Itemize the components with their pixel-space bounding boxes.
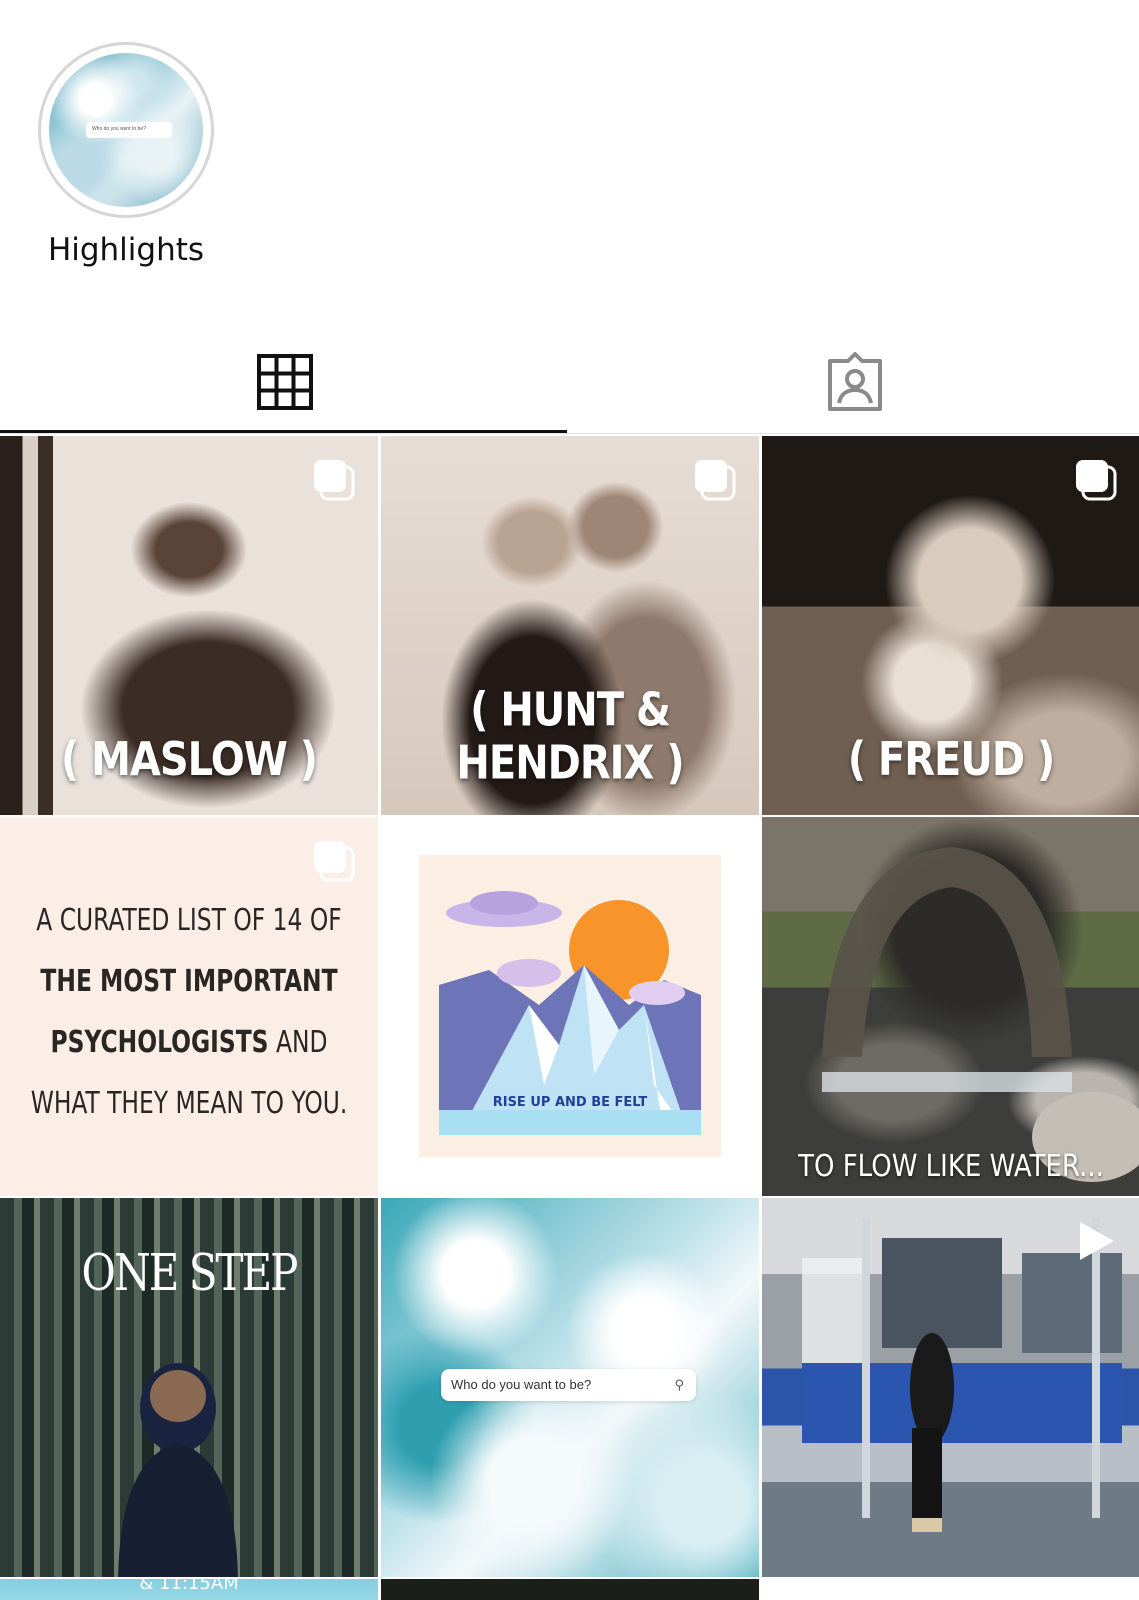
post-caption: ONE STEP bbox=[81, 1243, 299, 1302]
post-maslow[interactable]: ( MASLOW ) bbox=[0, 436, 378, 815]
profile-tabs bbox=[0, 330, 1139, 434]
post-caption: ( HUNT & HENDRIX ) bbox=[456, 684, 684, 790]
post-curated-list[interactable]: A CURATED LIST OF 14 OF THE MOST IMPORTA… bbox=[0, 817, 378, 1196]
multiple-images-icon bbox=[1076, 460, 1117, 501]
post-caption: ( FREUD ) bbox=[847, 733, 1056, 787]
tab-posts-grid[interactable] bbox=[0, 330, 569, 434]
highlight-search-text: Who do you want to be? bbox=[85, 122, 173, 138]
tagged-person-icon bbox=[827, 352, 882, 411]
post-rise-up[interactable]: RISE UP AND BE FELT bbox=[381, 817, 759, 1196]
post-flow-water[interactable]: TO FLOW LIKE WATER... bbox=[762, 817, 1139, 1196]
post-subway-video[interactable] bbox=[762, 1198, 1139, 1577]
post-caption: TO FLOW LIKE WATER... bbox=[798, 1149, 1104, 1185]
highlight-label: Highlights bbox=[47, 232, 205, 268]
rise-up-artwork: RISE UP AND BE FELT bbox=[419, 855, 721, 1157]
post-caption: ( MASLOW ) bbox=[60, 733, 318, 787]
search-icon: ⚲ bbox=[674, 1377, 684, 1392]
tabs-divider bbox=[0, 433, 1139, 434]
post-who-do-you-want-to-be[interactable]: Who do you want to be? ⚲ bbox=[381, 1198, 759, 1577]
rise-up-text: RISE UP AND BE FELT bbox=[493, 1095, 648, 1110]
post-text-line: THE MOST IMPORTANT bbox=[30, 952, 348, 1013]
post-partial-middle[interactable] bbox=[381, 1579, 759, 1600]
play-video-icon bbox=[1080, 1222, 1114, 1260]
search-bar-graphic: Who do you want to be? ⚲ bbox=[441, 1369, 696, 1401]
stone-arch-scene bbox=[822, 847, 1139, 1182]
multiple-images-icon bbox=[695, 460, 736, 501]
post-text-line: WHAT THEY MEAN TO YOU. bbox=[30, 1086, 348, 1122]
hooded-figure bbox=[118, 1363, 238, 1577]
highlight-cover-image: Who do you want to be? bbox=[49, 53, 203, 207]
post-partial-left[interactable]: & 11:15AM bbox=[0, 1579, 378, 1600]
mountain-illustration: RISE UP AND BE FELT bbox=[439, 891, 701, 1135]
tab-tagged[interactable] bbox=[570, 330, 1139, 434]
post-text-rest: AND bbox=[268, 1025, 328, 1061]
post-hunt-hendrix[interactable]: ( HUNT & HENDRIX ) bbox=[381, 436, 759, 815]
post-text-bold: THE MOST IMPORTANT bbox=[40, 964, 338, 1000]
post-caption: & 11:15AM bbox=[139, 1579, 239, 1594]
search-bar-text: Who do you want to be? bbox=[451, 1377, 592, 1392]
story-highlight[interactable]: Who do you want to be? Highlights bbox=[38, 42, 214, 268]
post-text-line: PSYCHOLOGISTS AND bbox=[30, 1013, 348, 1074]
multiple-images-icon bbox=[314, 460, 355, 501]
post-text: A CURATED LIST OF 14 OF THE MOST IMPORTA… bbox=[30, 891, 348, 1135]
post-freud[interactable]: ( FREUD ) bbox=[762, 436, 1139, 815]
post-text-bold: PSYCHOLOGISTS bbox=[50, 1025, 269, 1061]
highlight-ring[interactable]: Who do you want to be? bbox=[38, 42, 214, 218]
multiple-images-icon bbox=[314, 841, 355, 882]
post-text-line: A CURATED LIST OF 14 OF bbox=[36, 903, 342, 939]
post-one-step[interactable]: ONE STEP bbox=[0, 1198, 378, 1577]
grid-icon bbox=[256, 354, 313, 410]
